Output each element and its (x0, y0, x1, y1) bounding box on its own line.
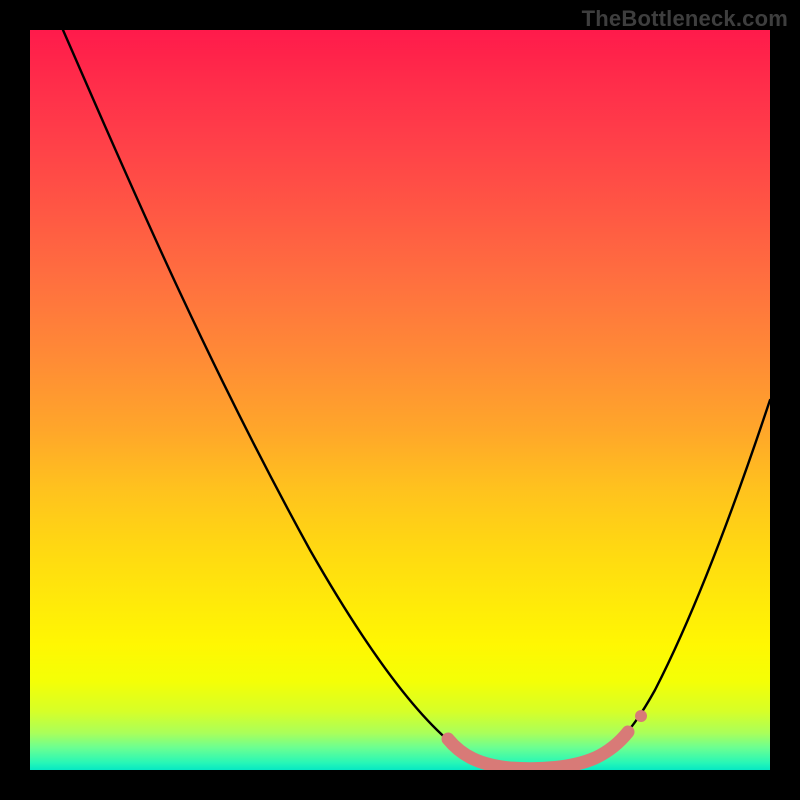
curve-line (63, 30, 770, 766)
chart-svg (30, 30, 770, 770)
trough-end-dot (635, 710, 647, 722)
chart-frame: TheBottleneck.com (0, 0, 800, 800)
plot-area (30, 30, 770, 770)
watermark-text: TheBottleneck.com (582, 6, 788, 32)
trough-marker (448, 732, 628, 769)
